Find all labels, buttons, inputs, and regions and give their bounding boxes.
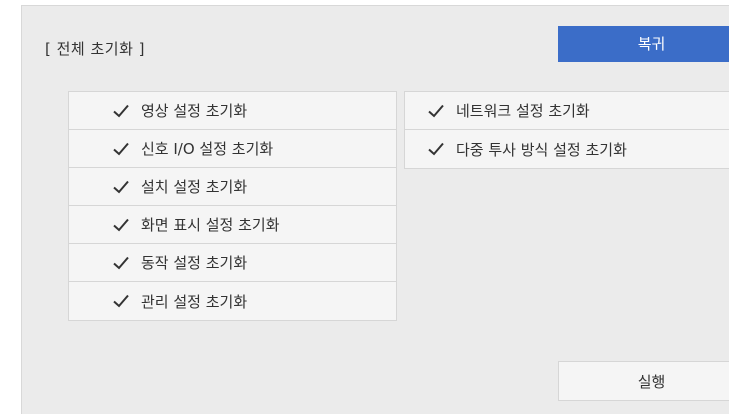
return-button[interactable]: 복귀: [558, 26, 729, 62]
list-item-network-reset[interactable]: 네트워크 설정 초기화: [405, 92, 729, 130]
checkmark-icon: [111, 139, 131, 159]
right-options-list: 네트워크 설정 초기화 다중 투사 방식 설정 초기화: [404, 91, 729, 169]
list-item-installation-reset[interactable]: 설치 설정 초기화: [69, 168, 396, 206]
list-item-signal-io-reset[interactable]: 신호 I/O 설정 초기화: [69, 130, 396, 168]
execute-button[interactable]: 실행: [558, 361, 729, 401]
left-options-list: 영상 설정 초기화 신호 I/O 설정 초기화 설치 설정 초기화 화면 표시 …: [68, 91, 397, 321]
checkmark-icon: [111, 253, 131, 273]
list-item-label: 동작 설정 초기화: [141, 254, 248, 272]
checkmark-icon: [426, 101, 446, 121]
checkmark-icon: [111, 291, 131, 311]
checkmark-icon: [111, 177, 131, 197]
list-item-label: 설치 설정 초기화: [141, 178, 248, 196]
list-item-label: 관리 설정 초기화: [141, 292, 248, 311]
list-item-label: 화면 표시 설정 초기화: [141, 216, 280, 234]
list-item-operation-reset[interactable]: 동작 설정 초기화: [69, 244, 396, 282]
checkmark-icon: [111, 101, 131, 121]
checkmark-icon: [426, 139, 446, 159]
list-item-label: 신호 I/O 설정 초기화: [141, 140, 274, 158]
list-item-multi-projection-reset[interactable]: 다중 투사 방식 설정 초기화: [405, 130, 729, 168]
list-item-display-reset[interactable]: 화면 표시 설정 초기화: [69, 206, 396, 244]
checkmark-icon: [111, 215, 131, 235]
list-item-label: 다중 투사 방식 설정 초기화: [456, 140, 627, 159]
list-item-management-reset[interactable]: 관리 설정 초기화: [69, 282, 396, 320]
list-item-label: 영상 설정 초기화: [141, 102, 248, 120]
list-item-label: 네트워크 설정 초기화: [456, 102, 590, 120]
page-title: [ 전체 초기화 ]: [45, 40, 146, 58]
list-item-image-reset[interactable]: 영상 설정 초기화: [69, 92, 396, 130]
settings-panel: [ 전체 초기화 ] 복귀 영상 설정 초기화 신호 I/O 설정 초기화 설치…: [21, 5, 729, 414]
